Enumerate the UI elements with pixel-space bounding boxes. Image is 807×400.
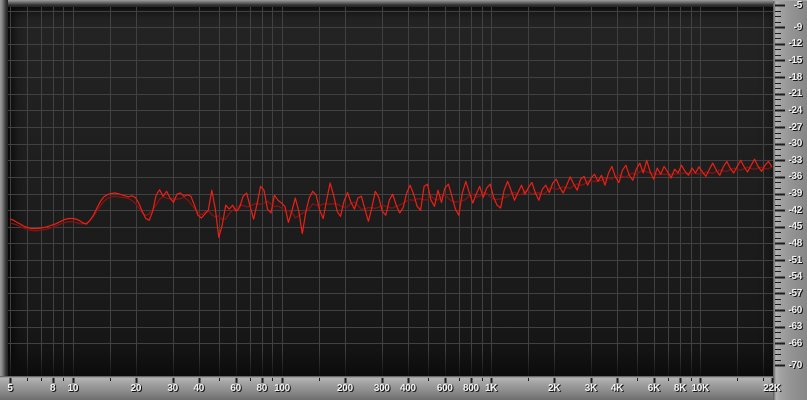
plot-area[interactable]: [8, 7, 773, 376]
db-axis-strip: [773, 0, 807, 400]
frame-bevel-left: [0, 0, 8, 400]
frame-bevel-top: [0, 0, 807, 7]
spectrum-analyzer-panel: 5 8 10 20 30 40 60 80 100 200 300 400 600 800 1K 2K 3K 4K…: [0, 0, 807, 400]
frequency-axis-strip: [0, 376, 773, 400]
